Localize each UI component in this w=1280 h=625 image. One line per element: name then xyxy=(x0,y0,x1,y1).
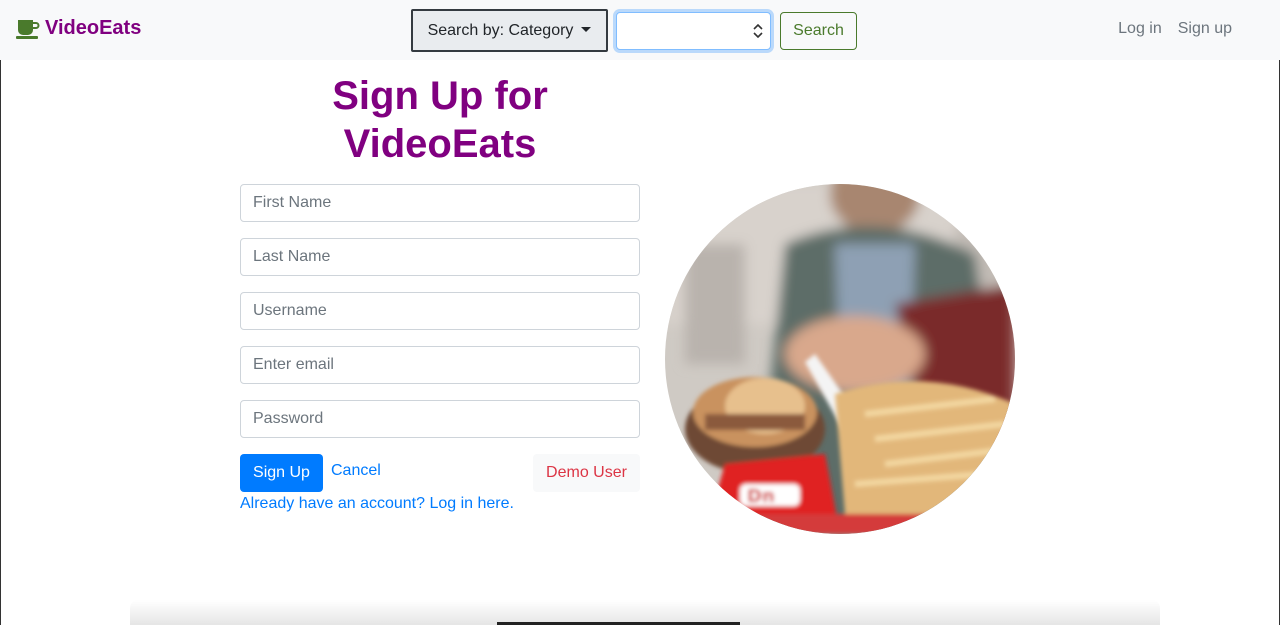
page-title-line2: VideoEats xyxy=(343,122,537,166)
password-field[interactable] xyxy=(240,400,640,438)
coffee-cup-icon xyxy=(16,19,40,39)
page-title: Sign Up for VideoEats xyxy=(240,72,640,168)
signup-button[interactable]: Sign Up xyxy=(240,454,323,492)
chevron-updown-icon xyxy=(753,23,763,38)
first-name-field[interactable] xyxy=(240,184,640,222)
food-photo: Dn xyxy=(665,184,1015,534)
login-here-link[interactable]: Already have an account? Log in here. xyxy=(240,495,514,513)
category-button-label: Search by: Category xyxy=(427,21,574,39)
demo-user-button[interactable]: Demo User xyxy=(533,454,640,492)
brand-link[interactable]: VideoEats xyxy=(16,17,141,40)
page-title-line1: Sign Up for xyxy=(332,74,548,118)
caret-down-icon xyxy=(581,27,592,32)
category-select[interactable] xyxy=(616,11,771,50)
nav-links: Log in Sign up xyxy=(1118,20,1232,38)
email-field[interactable] xyxy=(240,346,640,384)
signup-nav-link[interactable]: Sign up xyxy=(1178,20,1232,38)
left-edge xyxy=(0,60,1,625)
cancel-link[interactable]: Cancel xyxy=(331,462,381,480)
username-field[interactable] xyxy=(240,292,640,330)
food-photo-illustration: Dn xyxy=(665,184,1015,534)
last-name-field[interactable] xyxy=(240,238,640,276)
navbar: VideoEats Search by: Category Search Log… xyxy=(0,0,1280,60)
search-group: Search by: Category Search xyxy=(411,9,857,52)
login-nav-link[interactable]: Log in xyxy=(1118,20,1162,38)
brand-name: VideoEats xyxy=(45,17,142,39)
search-button[interactable]: Search xyxy=(780,11,857,50)
search-category-dropdown[interactable]: Search by: Category xyxy=(411,9,608,52)
svg-text:Dn: Dn xyxy=(747,486,775,507)
